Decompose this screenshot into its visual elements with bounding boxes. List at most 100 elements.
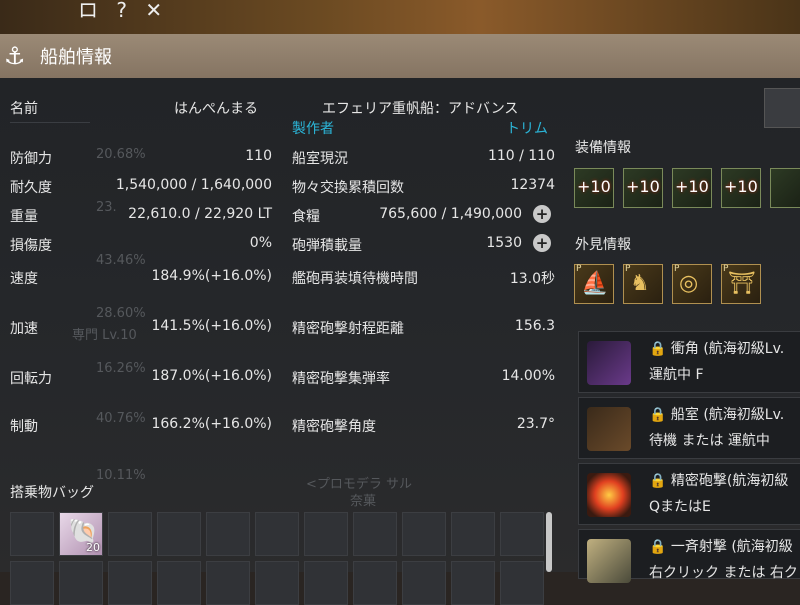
divider <box>10 122 90 123</box>
appearance-slot-figurehead[interactable]: P ♞ <box>623 264 663 304</box>
stat-value: 110 / 110 <box>487 148 555 164</box>
ship-name: はんぺんまる <box>174 101 258 117</box>
appearance-title: 外見情報 <box>575 237 631 253</box>
skill-cabin[interactable]: 🔒 船室 (航海初級Lv. 待機 または 運航中 <box>578 397 800 459</box>
stat-label: 精密砲撃角度 <box>292 419 376 435</box>
ship-type: エフェリア重帆船：アドバンス <box>322 101 519 117</box>
bag-scrollbar[interactable] <box>546 512 552 572</box>
stat-value: 141.5%(+16.0%) <box>151 318 272 334</box>
equipment-slot-partial[interactable] <box>770 168 800 208</box>
window-title: 船舶情報 <box>40 47 112 68</box>
skill-name-text: 衝角 (航海初級Lv. <box>670 341 785 357</box>
skill-ram[interactable]: 🔒 衝角 (航海初級Lv. 運航中 F <box>578 331 800 393</box>
skill-precision-shot[interactable]: 🔒 精密砲撃(航海初級 QまたはE <box>578 463 800 525</box>
enhance-level: +10 <box>724 177 758 196</box>
equipment-slot[interactable]: +10 <box>721 168 761 208</box>
enhance-level: +10 <box>675 177 709 196</box>
broadside-icon <box>587 539 631 583</box>
stat-value: 14.00% <box>501 368 555 384</box>
ram-icon <box>587 341 631 385</box>
appearance-slot-sail[interactable]: P ⛩ <box>721 264 761 304</box>
ship-info-panel: 20.68% 23. 43.46% 28.60% 専門 Lv.10 16.26%… <box>0 78 800 605</box>
stat-label: 精密砲撃射程距離 <box>292 321 404 337</box>
stat-value: 765,600 / 1,490,000 <box>379 206 522 222</box>
stat-value: 110 <box>245 148 272 164</box>
stat-value: 1530 <box>486 235 522 251</box>
stat-label: 耐久度 <box>10 180 52 196</box>
side-button[interactable] <box>764 88 800 128</box>
stat-value: 1,540,000 / 1,640,000 <box>115 177 272 193</box>
hull-icon: ⛵ <box>581 271 609 296</box>
bag-slot[interactable] <box>157 561 201 605</box>
appearance-slot-hull[interactable]: P ⛵ <box>574 264 614 304</box>
bag-slot[interactable] <box>402 512 446 556</box>
bag-slot[interactable] <box>10 512 54 556</box>
add-food-button[interactable]: + <box>533 205 551 223</box>
bag-slot[interactable] <box>451 561 495 605</box>
bag-slot[interactable] <box>157 512 201 556</box>
bag-slot-shell[interactable]: 🐚 20 <box>59 512 103 556</box>
bag-slot[interactable] <box>255 561 299 605</box>
bag-slot[interactable] <box>451 512 495 556</box>
skill-name-text: 精密砲撃(航海初級 <box>670 473 789 489</box>
bag-slot[interactable] <box>353 512 397 556</box>
stat-label: 船室現況 <box>292 151 348 167</box>
ghost-text: 43.46% <box>96 253 146 268</box>
ghost-text: 16.26% <box>96 361 146 376</box>
bag-slot[interactable] <box>402 561 446 605</box>
bag-slot[interactable] <box>10 561 54 605</box>
name-label: 名前 <box>10 101 38 117</box>
bag-slot[interactable] <box>255 512 299 556</box>
ghost-text: 20.68% <box>96 147 146 162</box>
stat-value: 12374 <box>510 177 555 193</box>
bag-slot[interactable] <box>206 561 250 605</box>
bag-slot[interactable] <box>500 512 544 556</box>
bag-slot[interactable] <box>304 512 348 556</box>
cannon-icon: ◎ <box>679 271 699 296</box>
ghost-text: 専門 Lv.10 <box>72 328 137 343</box>
bag-slot[interactable] <box>206 512 250 556</box>
skill-name-text: 船室 (航海初級Lv. <box>670 407 785 423</box>
enhance-level: +10 <box>577 177 611 196</box>
title-bar: ⚓ 船舶情報 <box>0 34 800 79</box>
stat-label: 砲弾積載量 <box>292 238 362 254</box>
stat-label: 損傷度 <box>10 238 52 254</box>
skill-key: 運航中 F <box>649 367 704 383</box>
skill-name-text: 一斉射撃 (航海初級 <box>670 539 793 555</box>
skill-key: 右クリック または 右ク <box>649 565 798 581</box>
stat-label: 速度 <box>10 271 38 287</box>
bag-slot[interactable] <box>108 512 152 556</box>
stat-label: 制動 <box>10 419 38 435</box>
target-icon <box>587 473 631 517</box>
skill-key: 待機 または 運航中 <box>649 433 770 449</box>
appearance-slot-cannon[interactable]: P ◎ <box>672 264 712 304</box>
stat-value: 13.0秒 <box>509 271 555 287</box>
stat-label: 重量 <box>10 209 38 225</box>
equipment-slot[interactable]: +10 <box>672 168 712 208</box>
stat-label: 精密砲撃集弾率 <box>292 371 390 387</box>
window-controls[interactable]: ロ ? ✕ <box>78 0 168 23</box>
equipment-slot[interactable]: +10 <box>623 168 663 208</box>
bag-slot[interactable] <box>500 561 544 605</box>
skill-name: 🔒 一斉射撃 (航海初級 <box>649 539 793 555</box>
horse-icon: ♞ <box>630 271 650 296</box>
skill-name: 🔒 衝角 (航海初級Lv. <box>649 341 785 357</box>
ghost-text: 28.60% <box>96 306 146 321</box>
sail-icon: ⛩ <box>728 271 756 296</box>
stat-value: 184.9%(+16.0%) <box>151 268 272 284</box>
bag-slot[interactable] <box>304 561 348 605</box>
enhance-level: +10 <box>626 177 660 196</box>
stat-label: 加速 <box>10 321 38 337</box>
stat-value: 156.3 <box>514 318 555 334</box>
cabin-icon <box>587 407 631 451</box>
skill-name: 🔒 精密砲撃(航海初級 <box>649 473 789 489</box>
stat-value: 22,610.0 / 22,920 LT <box>128 206 272 222</box>
stat-label: 艦砲再装填待機時間 <box>292 271 418 287</box>
add-cannonball-button[interactable]: + <box>533 234 551 252</box>
bag-slot[interactable] <box>353 561 397 605</box>
bag-slot[interactable] <box>59 561 103 605</box>
bag-slot[interactable] <box>108 561 152 605</box>
anchor-icon: ⚓ <box>4 42 26 70</box>
maker-name: トリム <box>506 121 548 137</box>
equipment-slot[interactable]: +10 <box>574 168 614 208</box>
